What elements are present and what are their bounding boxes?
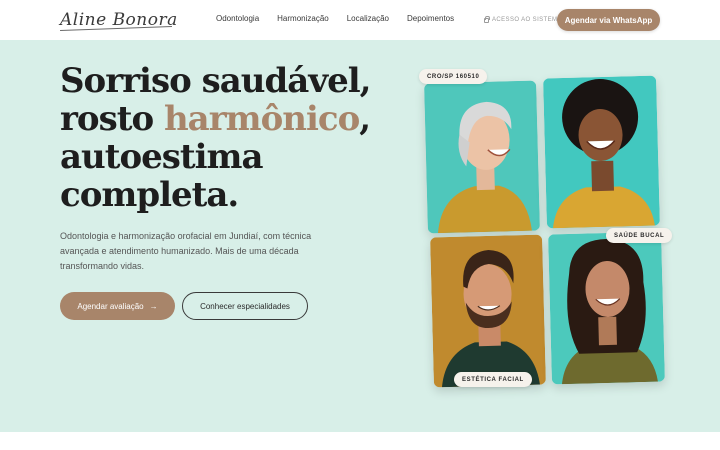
hero-headline: Sorriso saudável, rosto harmônico, autoe… (60, 61, 371, 215)
nav-depoimentos[interactable]: Depoimentos (407, 14, 454, 23)
whatsapp-schedule-button[interactable]: Agendar via WhatsApp (557, 9, 660, 31)
oral-health-badge: SAÚDE BUCAL (606, 228, 673, 243)
photo-curly-hair-woman (548, 231, 665, 385)
facial-aesthetics-badge: ESTÉTICA FACIAL (454, 372, 532, 387)
headline-line-2a: rosto (60, 99, 164, 139)
site-header: Aline Bonora Odontologia Harmonização Lo… (0, 0, 720, 40)
headline-accent-word: harmônico (163, 99, 360, 139)
schedule-evaluation-label: Agendar avaliação (77, 301, 144, 311)
main-nav: Odontologia Harmonização Localização Dep… (216, 14, 454, 23)
schedule-evaluation-button[interactable]: Agendar avaliação → (60, 292, 175, 320)
specialties-button[interactable]: Conhecer especialidades (182, 292, 308, 320)
photo-older-woman (424, 80, 540, 234)
headline-line-4: completa. (60, 175, 239, 215)
photo-woman-afro (543, 75, 660, 229)
hero-description: Odontologia e harmonização orofacial em … (60, 231, 312, 271)
headline-line-1: Sorriso saudável, (60, 61, 371, 101)
headline-line-3: autoestima (60, 137, 264, 177)
lock-icon (484, 16, 490, 23)
system-access-link[interactable]: ACESSO AO SISTEMA (484, 16, 562, 23)
photo-bearded-man (430, 234, 546, 388)
headline-line-2c: , (359, 99, 371, 139)
nav-odontologia[interactable]: Odontologia (216, 14, 259, 23)
nav-localizacao[interactable]: Localização (347, 14, 389, 23)
nav-harmonizacao[interactable]: Harmonização (277, 14, 329, 23)
arrow-right-icon: → (149, 301, 158, 311)
next-section-edge (0, 432, 720, 450)
system-access-label: ACESSO AO SISTEMA (492, 16, 562, 23)
cro-badge: CRO/SP 160510 (419, 69, 488, 84)
